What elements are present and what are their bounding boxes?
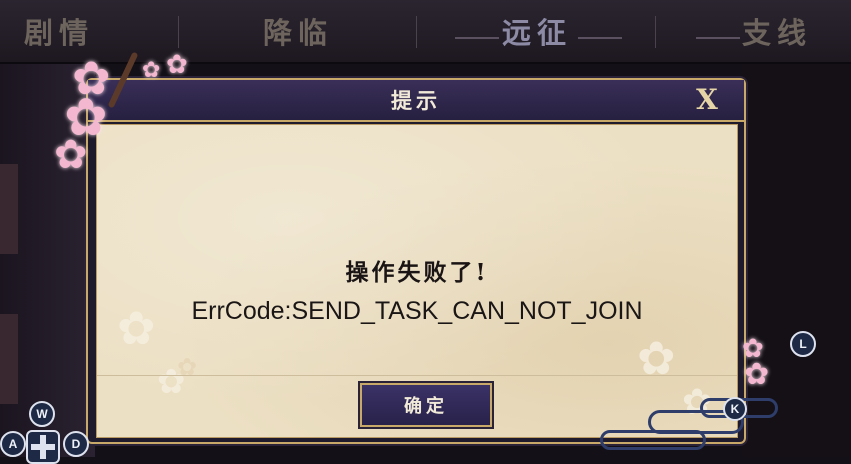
dialog-divider [97,375,737,376]
tab-side-quest-label: 支线 [741,16,812,50]
dialog-message: 操作失败了! [345,259,489,286]
key-hint-d-label: D [71,437,81,451]
tab-expedition[interactable]: 远征 [418,0,656,62]
dpad-icon [26,430,60,464]
key-hint-k-label: K [730,402,740,416]
key-hint-a-label: A [8,437,18,451]
alert-dialog: 提示 X ✿ ✿ ✿ ✿ ✿ 操作失败了! ErrCode:SEND_TASK_… [88,80,744,442]
key-hint-w-label: W [36,407,48,421]
cherry-blossom-icon: ✿ [166,50,188,80]
close-button[interactable]: X [692,82,722,116]
cherry-blossom-icon: ✿ [744,357,770,392]
key-hint-k: K [723,397,747,421]
tab-divider [416,16,417,48]
tab-descend-label: 降临 [262,16,333,50]
background-stripe [0,314,18,404]
confirm-button[interactable]: 确定 [360,383,492,427]
dialog-body: ✿ ✿ ✿ ✿ ✿ 操作失败了! ErrCode:SEND_TASK_CAN_N… [96,124,738,438]
background-stripe [0,164,18,254]
tab-bar: 剧情 降临 远征 支线 [0,0,851,64]
dialog-title: 提示 [391,88,441,113]
tab-ornament [696,37,740,39]
tab-ornament [578,37,622,39]
confirm-button-label: 确定 [404,396,448,417]
error-code: ErrCode:SEND_TASK_CAN_NOT_JOIN [191,297,643,325]
key-hint-l-label: L [799,337,807,351]
tab-story-label: 剧情 [23,16,94,50]
wave-ornament [600,430,706,450]
tab-expedition-label: 远征 [501,16,572,50]
key-hint-a: A [0,431,26,457]
close-icon: X [696,82,718,116]
tab-ornament [455,37,499,39]
key-hint-d: D [63,431,89,457]
dialog-header: 提示 X [88,80,744,122]
tab-side-quest[interactable]: 支线 [658,0,851,62]
tab-divider [655,16,656,48]
cherry-blossom-icon: ✿ [142,58,161,83]
key-hint-w: W [29,401,55,427]
tab-descend[interactable]: 降临 [179,0,417,62]
key-hint-l: L [790,331,816,357]
cherry-blossom-icon: ✿ [54,132,88,178]
